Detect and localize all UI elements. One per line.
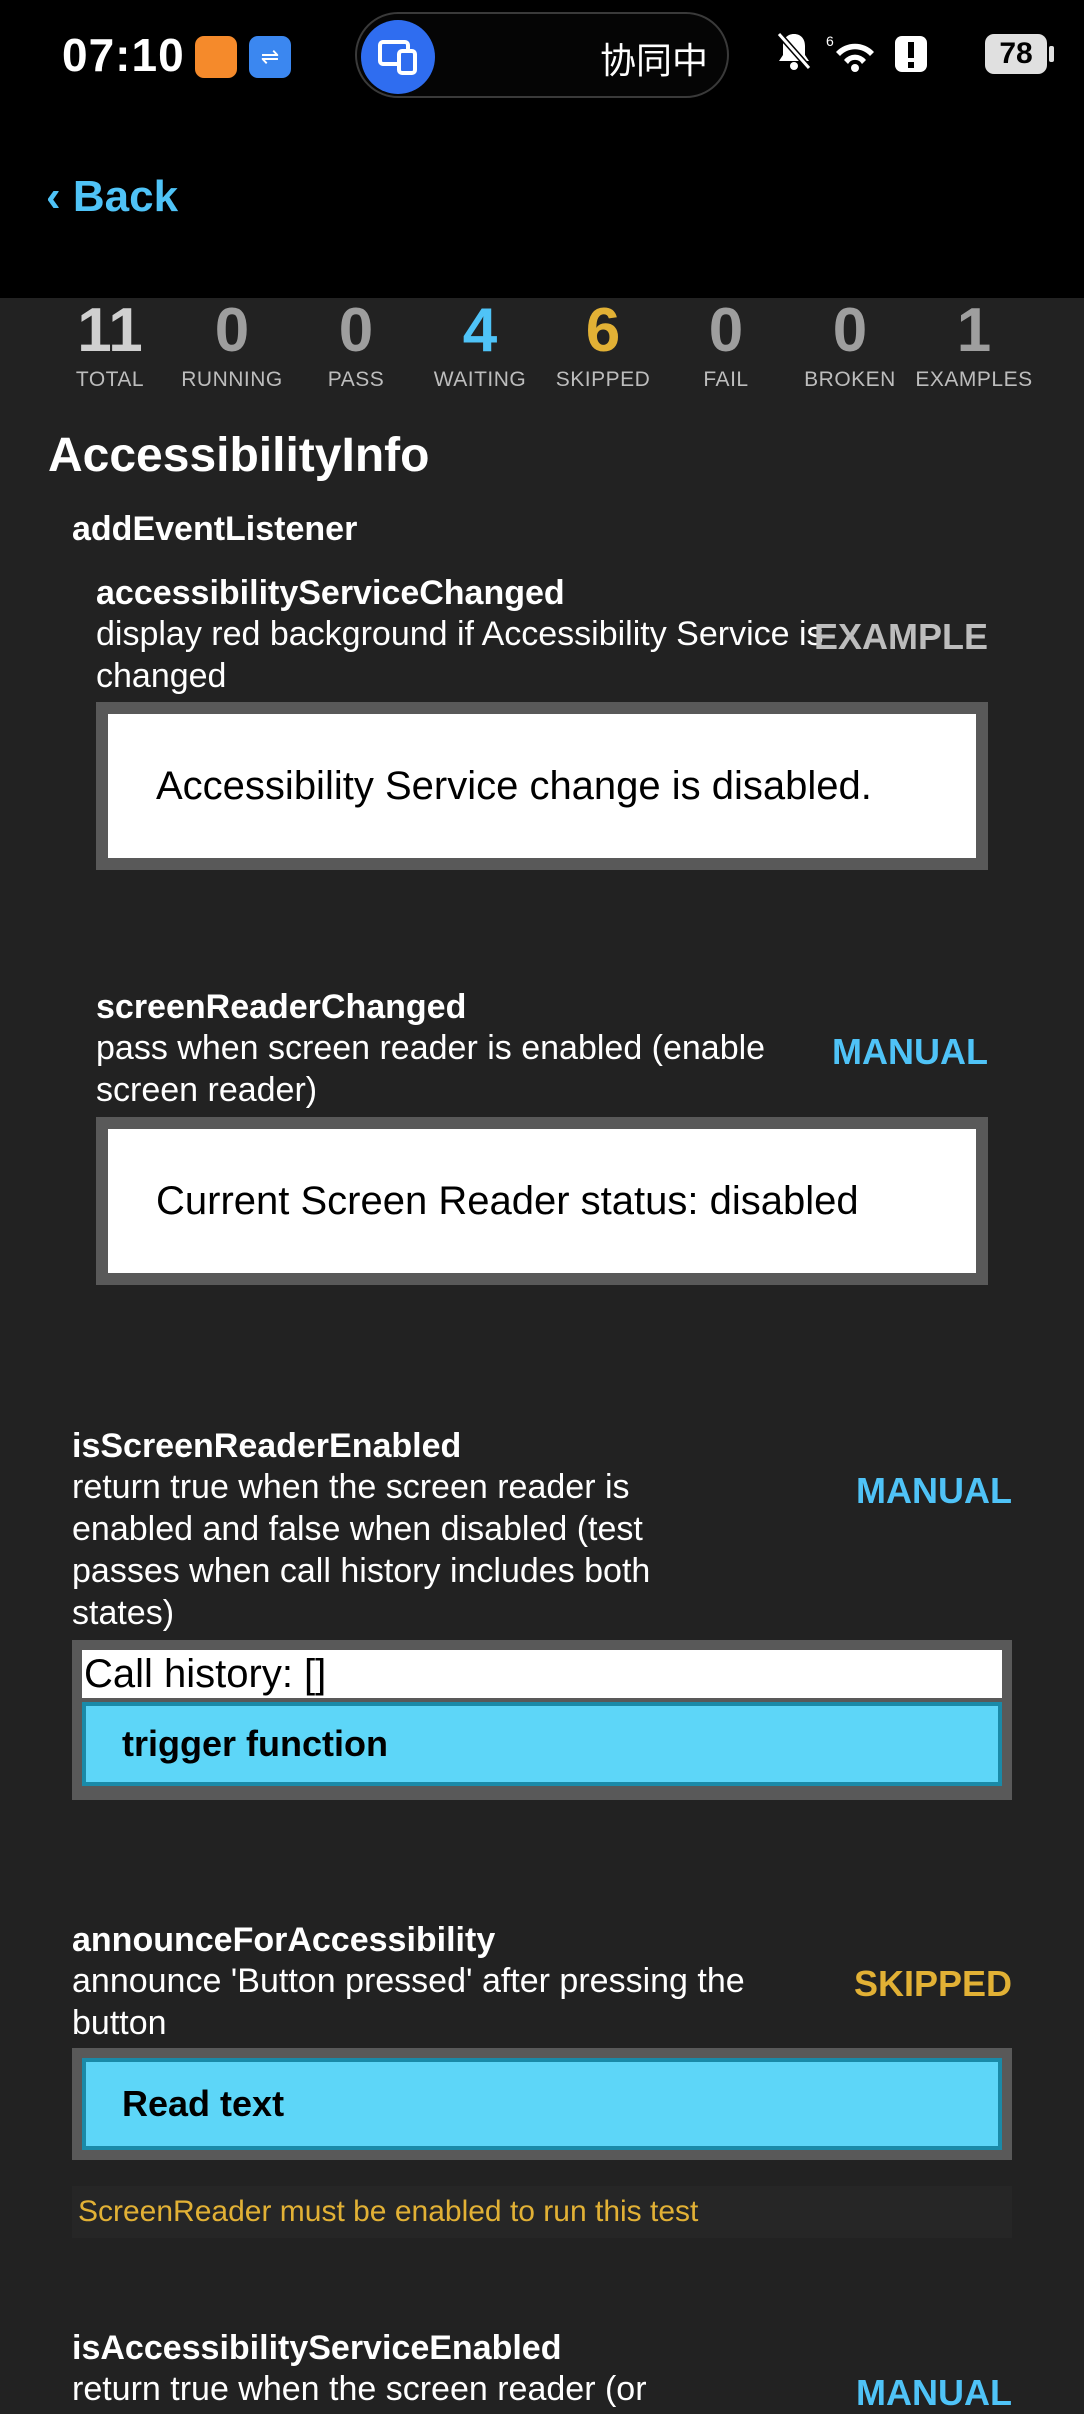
- group-title: addEventListener: [72, 510, 358, 548]
- svg-text:6: 6: [826, 33, 834, 49]
- stat-value: 0: [708, 296, 744, 365]
- test-description: return true when the screen reader is en…: [72, 1468, 651, 1632]
- stat-value: 0: [214, 296, 250, 365]
- back-button[interactable]: ‹ Back: [46, 172, 178, 222]
- example-frame: Read text: [72, 2048, 1012, 2160]
- test-name: screenReaderChanged: [96, 988, 467, 1026]
- test-item-is-accessibility-service-enabled: isAccessibilityServiceEnabled return tru…: [72, 2329, 752, 2410]
- stat-skipped: 6 SKIPPED: [543, 300, 663, 392]
- stat-running: 0 RUNNING: [172, 300, 292, 392]
- stat-broken: 0 BROKEN: [790, 300, 910, 392]
- wifi-icon: 6: [826, 30, 882, 83]
- test-description: return true when the screen reader (or: [72, 2370, 647, 2408]
- stat-value: 0: [832, 296, 868, 365]
- stat-label: BROKEN: [804, 368, 896, 391]
- test-item-accessibility-service-changed: accessibilityServiceChanged display red …: [96, 574, 836, 697]
- stat-pass: 0 PASS: [296, 300, 416, 392]
- test-item-announce-for-accessibility: announceForAccessibility announce 'Butto…: [72, 1921, 772, 2044]
- battery-icon: 78: [985, 34, 1047, 74]
- test-name: announceForAccessibility: [72, 1921, 496, 1959]
- collaboration-text: 协同中: [600, 40, 709, 81]
- status-label-manual: MANUAL: [856, 2372, 1012, 2413]
- status-label-example: EXAMPLE: [813, 616, 988, 657]
- test-description: pass when screen reader is enabled (enab…: [96, 1029, 766, 1109]
- read-text-button[interactable]: Read text: [82, 2058, 1002, 2150]
- app-notification-icon: [195, 36, 237, 78]
- clock: 07:10: [62, 29, 185, 81]
- stat-value: 4: [462, 296, 498, 365]
- stat-value: 11: [77, 296, 143, 365]
- screen-reader-status-box: Current Screen Reader status: disabled: [108, 1129, 976, 1273]
- example-frame: Call history: [] trigger function: [72, 1640, 1012, 1800]
- skip-reason-note: ScreenReader must be enabled to run this…: [72, 2186, 1012, 2238]
- service-status-box: Accessibility Service change is disabled…: [108, 714, 976, 858]
- stat-label: WAITING: [433, 368, 527, 391]
- nav-header: ‹ Back: [0, 110, 1084, 298]
- stat-examples: 1 EXAMPLES: [914, 300, 1034, 392]
- stat-waiting: 4 WAITING: [420, 300, 540, 392]
- stat-label: RUNNING: [181, 368, 283, 391]
- stat-label: TOTAL: [75, 368, 145, 391]
- status-label-manual: MANUAL: [856, 1470, 1012, 1511]
- example-frame: Accessibility Service change is disabled…: [96, 702, 988, 870]
- notification-off-icon: [775, 30, 813, 81]
- trigger-function-button[interactable]: trigger function: [82, 1702, 1002, 1786]
- status-label-manual: MANUAL: [832, 1031, 988, 1072]
- stat-value: 6: [585, 296, 621, 365]
- module-title: AccessibilityInfo: [48, 429, 430, 482]
- example-frame: Current Screen Reader status: disabled: [96, 1117, 988, 1285]
- stat-label: FAIL: [703, 368, 749, 391]
- usb-icon: ⇌: [249, 36, 291, 78]
- status-label-skipped: SKIPPED: [853, 1963, 1012, 2004]
- battery-tip: [1049, 46, 1054, 62]
- multi-device-icon: [361, 20, 435, 94]
- test-name: isAccessibilityServiceEnabled: [72, 2329, 562, 2367]
- alert-icon: [893, 34, 929, 83]
- stat-label: SKIPPED: [555, 368, 651, 391]
- stat-label: PASS: [327, 368, 385, 391]
- test-description: display red background if Accessibility …: [96, 615, 824, 695]
- stat-label: EXAMPLES: [915, 368, 1033, 391]
- call-history-text: Call history: []: [82, 1650, 1002, 1698]
- stat-fail: 0 FAIL: [666, 300, 786, 392]
- test-item-screen-reader-changed: screenReaderChanged pass when screen rea…: [96, 988, 816, 1111]
- stat-value: 0: [338, 296, 374, 365]
- stat-value: 1: [956, 296, 992, 365]
- test-name: isScreenReaderEnabled: [72, 1427, 462, 1465]
- status-bar: 07:10 ⇌ 协同中 6 78: [0, 0, 1084, 110]
- test-item-is-screen-reader-enabled: isScreenReaderEnabled return true when t…: [72, 1427, 752, 1634]
- test-name: accessibilityServiceChanged: [96, 574, 565, 612]
- stat-total: 11 TOTAL: [50, 300, 170, 392]
- test-description: announce 'Button pressed' after pressing…: [72, 1962, 745, 2042]
